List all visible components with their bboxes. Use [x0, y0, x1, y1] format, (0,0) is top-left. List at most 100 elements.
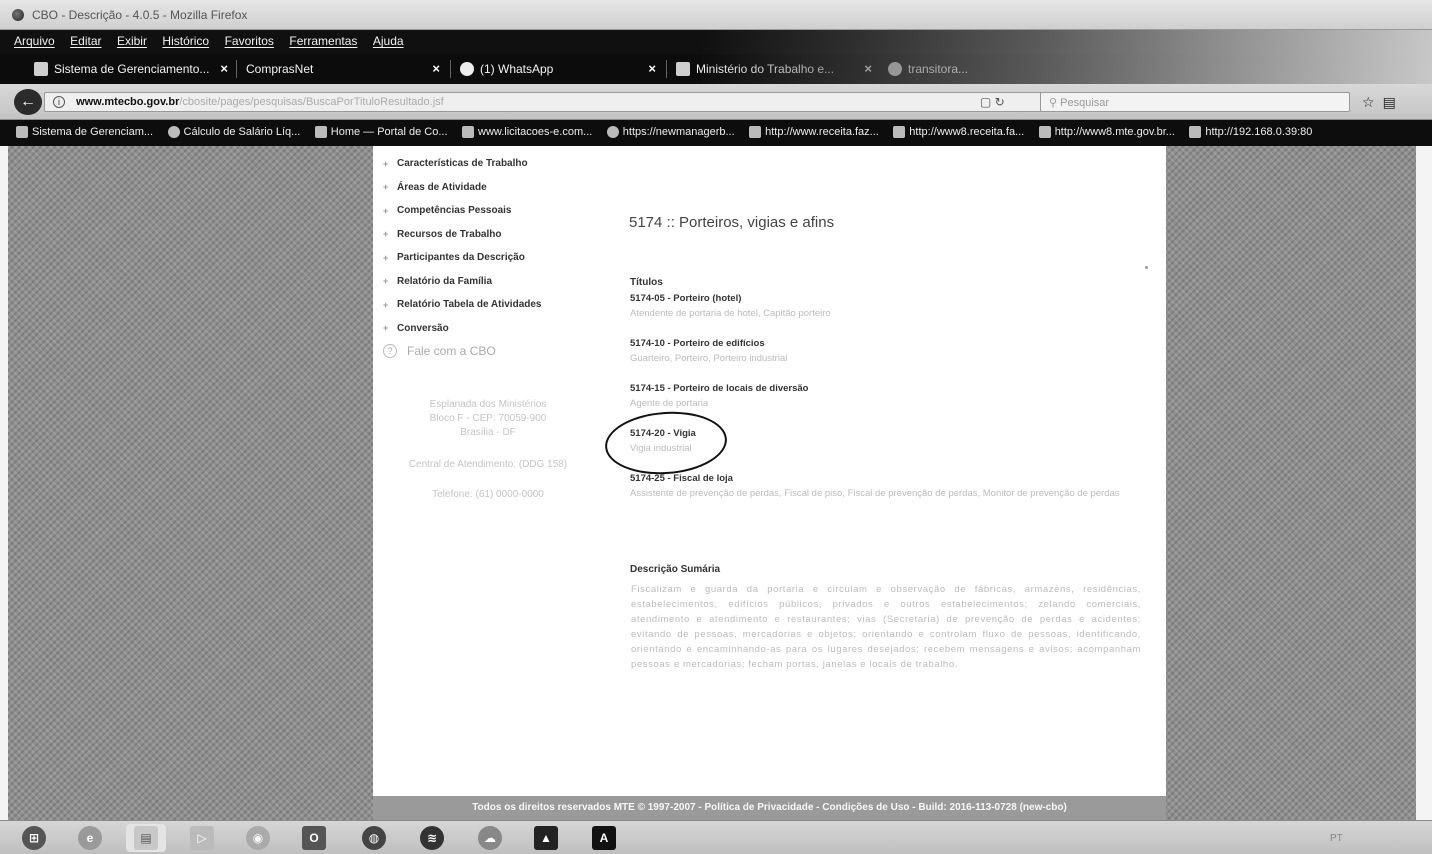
window-title: CBO - Descrição - 4.0.5 - Mozilla Firefo… — [32, 8, 248, 22]
nav-label: Conversão — [397, 322, 449, 334]
title-synonyms: Agente de portaria — [630, 398, 709, 409]
close-icon[interactable]: × — [648, 61, 656, 76]
close-icon[interactable]: × — [220, 61, 228, 76]
nav-label: Competências Pessoais — [397, 205, 512, 217]
title-code: 5174-15 - Porteiro de locais de diversão — [630, 383, 809, 394]
back-button[interactable]: ← — [14, 89, 42, 115]
fale-com-cbo-link[interactable]: ? Fale com a CBO — [383, 344, 583, 358]
tab-bar: Sistema de Gerenciamento... × ComprasNet… — [0, 54, 1432, 84]
bookmark-item[interactable]: http://www8.receita.fa... — [893, 126, 1024, 138]
url-bar[interactable]: i www.mtecbo.gov.br/cbosite/pages/pesqui… — [44, 92, 1074, 112]
title-entry: 5174-05 - Porteiro (hotel) Atendente de … — [630, 293, 1140, 320]
bookmark-item[interactable]: http://www.receita.faz... — [749, 126, 879, 138]
nav-participantes-descricao[interactable]: + Participantes da Descrição — [383, 246, 583, 270]
chrome-icon[interactable]: ◉ — [238, 824, 278, 852]
contact-hours: Central de Atendimento: (DDG 158) — [408, 459, 568, 470]
contact-address: Esplanada dos Ministérios Bloco F - CEP:… — [403, 398, 573, 440]
tab-sistema-gerenciamento[interactable]: Sistema de Gerenciamento... × — [26, 56, 234, 82]
hand-drawn-circle — [602, 407, 730, 479]
titles-heading: Títulos — [630, 277, 663, 288]
nav-label: Relatório Tabela de Atividades — [397, 299, 542, 311]
search-input[interactable]: ⚲ Pesquisar — [1040, 92, 1350, 112]
start-button[interactable]: ⊞ — [14, 824, 54, 852]
tab-label: Ministério do Trabalho e... — [696, 62, 835, 76]
menu-exibir[interactable]: Exibir — [117, 34, 147, 48]
nav-conversao[interactable]: + Conversão — [383, 317, 583, 341]
file-explorer-icon[interactable]: ▤ — [126, 824, 166, 852]
internet-explorer-icon[interactable]: e — [70, 824, 110, 852]
menu-bar: Arquivo Editar Exibir Histórico Favorito… — [0, 30, 1432, 54]
nav-recursos-trabalho[interactable]: + Recursos de Trabalho — [383, 223, 583, 247]
bookmark-item[interactable]: Sistema de Gerenciam... — [16, 126, 153, 138]
spotify-icon[interactable]: ≋ — [412, 824, 452, 852]
navigation-bar: ← i www.mtecbo.gov.br/cbosite/pages/pesq… — [0, 84, 1432, 120]
title-code: 5174-05 - Porteiro (hotel) — [630, 293, 742, 304]
bookmark-label: Sistema de Gerenciam... — [32, 126, 154, 138]
nav-label: Participantes da Descrição — [397, 252, 525, 264]
bookmark-item[interactable]: https://newmanagerb... — [606, 126, 735, 138]
left-nav: + Características de Trabalho + Áreas de A… — [383, 152, 583, 358]
menu-ajuda[interactable]: Ajuda — [373, 34, 404, 48]
library-icon[interactable]: ▤ — [1383, 94, 1404, 110]
menu-favoritos[interactable]: Favoritos — [225, 34, 274, 48]
page-footer: Todos os direitos reservados MTE © 1997-… — [373, 796, 1166, 820]
description-heading: Descrição Sumária — [630, 564, 721, 575]
menu-editar[interactable]: Editar — [70, 34, 101, 48]
tab-comprasnet[interactable]: ComprasNet × — [238, 56, 446, 82]
title-synonyms: Guarteiro, Porteiro, Porteiro industrial — [630, 353, 788, 364]
url-host: www.mtecbo.gov.br — [76, 96, 180, 108]
title-code: 5174-10 - Porteiro de edifícios — [630, 338, 765, 349]
globe-icon — [606, 126, 619, 138]
nav-relatorio-tabela-atividades[interactable]: + Relatório Tabela de Atividades — [383, 293, 583, 317]
outlook-icon[interactable]: O — [294, 824, 334, 852]
bookmark-label: http://192.168.0.39:80 — [1205, 126, 1313, 138]
mail-icon — [893, 126, 906, 138]
bookmark-label: http://www.receita.faz... — [765, 126, 879, 138]
close-icon[interactable]: × — [864, 61, 872, 76]
photos-icon[interactable]: ▲ — [526, 824, 566, 852]
info-icon[interactable]: i — [53, 96, 65, 108]
nav-competencias-pessoais[interactable]: + Competências Pessoais — [383, 199, 583, 223]
tab-separator — [666, 60, 667, 78]
system-tray[interactable]: PT — [1330, 833, 1343, 844]
expand-icon: + — [383, 182, 389, 193]
tab-ministerio-trabalho[interactable]: Ministério do Trabalho e... × — [668, 56, 878, 82]
nav-areas-atividade[interactable]: + Áreas de Atividade — [383, 176, 583, 200]
cloud-app-icon[interactable]: ☁ — [470, 824, 510, 852]
media-player-icon[interactable]: ▷ — [182, 824, 222, 852]
close-icon[interactable]: × — [432, 61, 440, 76]
address-line: Brasília - DF — [460, 427, 516, 438]
firefox-icon[interactable]: ◍ — [354, 824, 394, 852]
bookmark-item[interactable]: Home — Portal de Co... — [314, 126, 448, 138]
toolbar-icons: ☆▤ — [1362, 94, 1404, 111]
search-icon: ⚲ — [1049, 97, 1061, 109]
title-entry: 5174-25 - Fiscal de loja Assistente de p… — [630, 473, 1140, 500]
title-entry: 5174-10 - Porteiro de edifícios Guarteir… — [630, 338, 1140, 365]
bookmark-item[interactable]: http://192.168.0.39:80 — [1189, 126, 1312, 138]
nav-caracteristicas-trabalho[interactable]: + Características de Trabalho — [383, 152, 583, 176]
bookmark-star-icon[interactable]: ☆ — [1362, 94, 1383, 110]
whatsapp-icon — [460, 62, 474, 76]
tab-whatsapp[interactable]: (1) WhatsApp × — [452, 56, 662, 82]
nav-label: Características de Trabalho — [397, 158, 528, 170]
tab-separator — [236, 60, 237, 78]
tab-label: transitora... — [908, 62, 969, 76]
portal-icon — [314, 126, 327, 138]
menu-arquivo[interactable]: Arquivo — [14, 34, 55, 48]
bookmarks-bar: Sistema de Gerenciam... Cálculo de Salár… — [0, 120, 1432, 146]
bookmark-item[interactable]: http://www8.mte.gov.br... — [1038, 126, 1175, 138]
tab-transitora[interactable]: transitora... — [880, 56, 1040, 82]
menu-ferramentas[interactable]: Ferramentas — [289, 34, 357, 48]
tab-label: (1) WhatsApp — [480, 62, 554, 76]
bookmark-label: https://newmanagerb... — [622, 126, 735, 138]
globe-icon — [167, 126, 180, 138]
bookmark-item[interactable]: Cálculo de Salário Líq... — [167, 126, 300, 138]
address-line: Bloco F - CEP: 70059-900 — [429, 413, 547, 424]
page-icon — [462, 126, 474, 138]
tab-separator — [450, 60, 451, 78]
reader-reload-icons[interactable]: ▢ ↻ — [980, 95, 1005, 109]
menu-historico[interactable]: Histórico — [162, 34, 209, 48]
nav-relatorio-familia[interactable]: + Relatório da Família — [383, 270, 583, 294]
bookmark-item[interactable]: www.licitacoes-e.com... — [462, 126, 592, 138]
acrobat-icon[interactable]: A — [584, 824, 624, 852]
